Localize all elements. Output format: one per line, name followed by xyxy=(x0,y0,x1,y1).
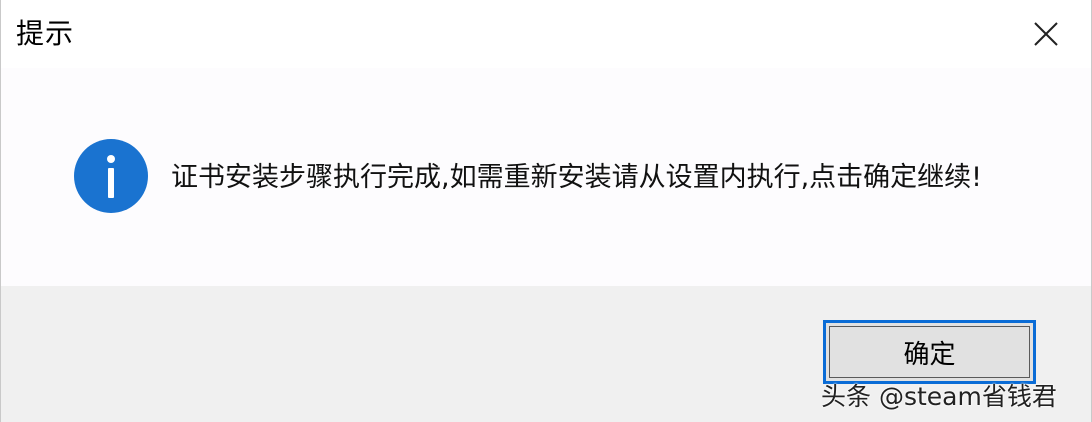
title-bar: 提示 xyxy=(1,0,1091,68)
dialog-title: 提示 xyxy=(16,17,75,50)
message-dialog: 提示 证书安装步骤执行完成,如需重新安装请从设置内执行,点击确定继续! 确定 头… xyxy=(0,0,1092,422)
ok-button[interactable]: 确定 xyxy=(823,320,1036,384)
dialog-message: 证书安装步骤执行完成,如需重新安装请从设置内执行,点击确定继续! xyxy=(171,162,982,193)
watermark: 头条 @steam省钱君 xyxy=(821,382,1057,411)
close-icon xyxy=(1034,22,1058,46)
info-icon xyxy=(74,139,148,213)
dialog-content: 证书安装步骤执行完成,如需重新安装请从设置内执行,点击确定继续! xyxy=(1,68,1091,286)
ok-button-label: 确定 xyxy=(903,339,956,370)
close-button[interactable] xyxy=(1017,9,1075,59)
